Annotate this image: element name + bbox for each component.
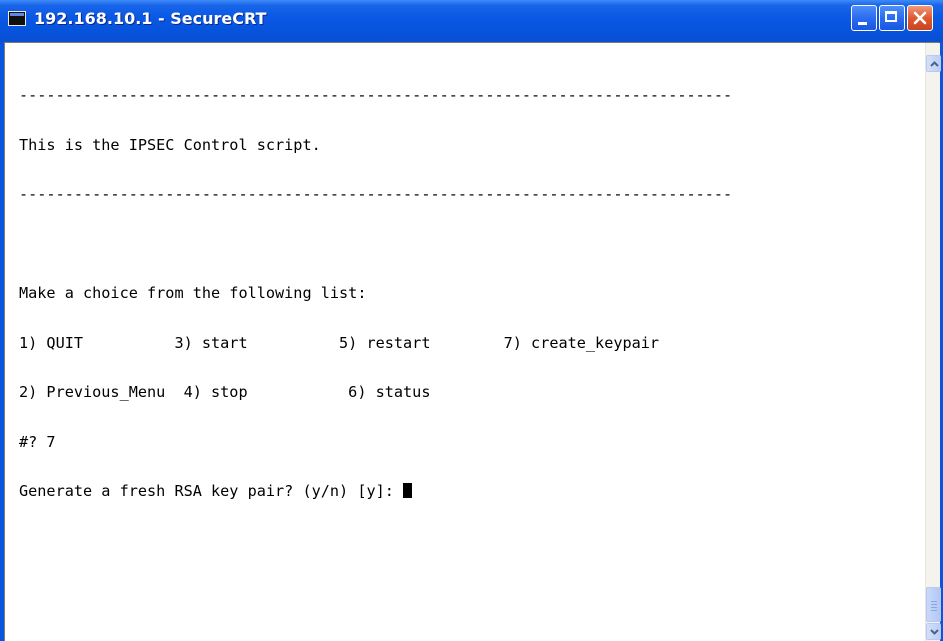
close-button[interactable] — [907, 5, 933, 31]
terminal-line: 2) Previous_Menu 4) stop 6) status — [19, 383, 431, 401]
minimize-button[interactable] — [851, 5, 877, 31]
terminal-area[interactable]: ----------------------------------------… — [4, 42, 941, 641]
maximize-button[interactable] — [879, 5, 905, 31]
thumb-grip — [931, 610, 937, 611]
terminal-prompt-line: Generate a fresh RSA key pair? (y/n) [y]… — [19, 483, 909, 500]
thumb-grip — [931, 601, 937, 602]
terminal-line: #? 7 — [19, 432, 56, 451]
close-icon — [913, 11, 927, 25]
terminal-line: ----------------------------------------… — [19, 185, 733, 203]
text-cursor — [403, 483, 413, 498]
terminal-line: ----------------------------------------… — [19, 86, 733, 104]
terminal-line: Make a choice from the following list: — [19, 284, 367, 302]
terminal-line: 1) QUIT 3) start 5) restart 7) create_ke… — [19, 333, 660, 352]
arrow-up-icon — [930, 61, 939, 67]
scroll-up-button[interactable] — [926, 55, 941, 72]
scroll-down-button[interactable] — [926, 623, 941, 640]
terminal-prompt: Generate a fresh RSA key pair? (y/n) [y]… — [19, 482, 404, 500]
thumb-grip — [931, 604, 937, 605]
terminal-line: This is the IPSEC Control script. — [19, 135, 321, 154]
thumb-grip — [931, 607, 937, 608]
securecrt-window: 192.168.10.1 - SecureCRT ---------------… — [0, 0, 943, 641]
terminal-app-icon[interactable] — [8, 11, 26, 26]
vertical-scrollbar[interactable] — [925, 43, 941, 641]
arrow-down-icon — [930, 629, 939, 635]
scrollbar-thumb[interactable] — [926, 587, 941, 622]
title-bar[interactable]: 192.168.10.1 - SecureCRT — [0, 0, 943, 42]
window-title: 192.168.10.1 - SecureCRT — [34, 9, 267, 28]
terminal-output[interactable]: ----------------------------------------… — [19, 54, 909, 639]
